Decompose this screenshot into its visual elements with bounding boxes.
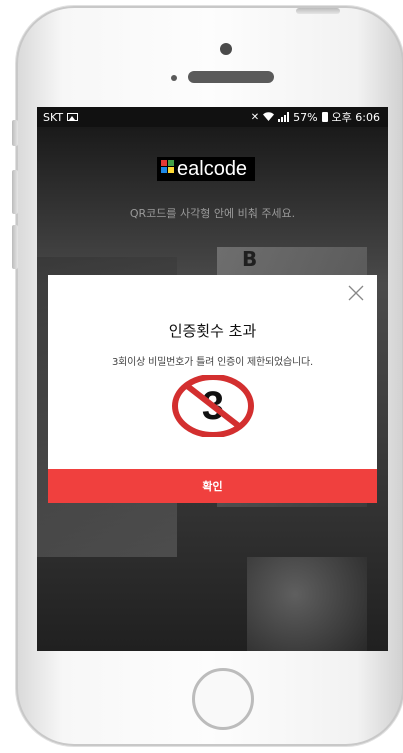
dialog-title: 인증횟수 초과 — [168, 322, 257, 340]
clock: 오후 6:06 — [331, 111, 380, 124]
mute-switch — [12, 120, 18, 146]
battery-icon — [321, 112, 328, 122]
close-icon[interactable] — [347, 284, 365, 302]
confirm-button[interactable]: 확인 — [48, 469, 377, 503]
camera-scene-shape — [247, 557, 367, 651]
logo-mark-icon — [161, 160, 175, 178]
phone-screen: SKT ✕ 57% 오후 6:06 B D — [37, 107, 388, 651]
background-print: B — [242, 247, 258, 271]
proximity-sensor — [171, 75, 177, 81]
vibrate-mute-icon: ✕ — [250, 111, 260, 123]
battery-percent: 57% — [293, 110, 318, 124]
volume-up-button — [12, 170, 18, 214]
carrier-label: SKT — [43, 110, 64, 124]
signal-icon — [278, 112, 290, 122]
home-button[interactable] — [192, 668, 254, 730]
qr-scan-hint: QR코드를 사각형 안에 비춰 주세요. — [129, 207, 296, 220]
prohibited-three-icon: 3 — [172, 374, 254, 438]
power-button — [296, 8, 340, 14]
status-bar: SKT ✕ 57% 오후 6:06 — [37, 107, 388, 127]
earpiece-speaker — [188, 71, 274, 83]
logo-text: ealcode — [177, 157, 248, 180]
front-camera — [220, 43, 232, 55]
dialog-message: 3회이상 비밀번호가 틀려 인증이 제한되었습니다. — [111, 357, 314, 368]
wifi-icon — [263, 111, 275, 124]
auth-limit-dialog: 인증횟수 초과 3회이상 비밀번호가 틀려 인증이 제한되었습니다. 3 확인 — [48, 275, 377, 503]
image-notification-icon — [67, 113, 79, 121]
app-logo: ealcode — [157, 157, 256, 181]
volume-down-button — [12, 225, 18, 269]
